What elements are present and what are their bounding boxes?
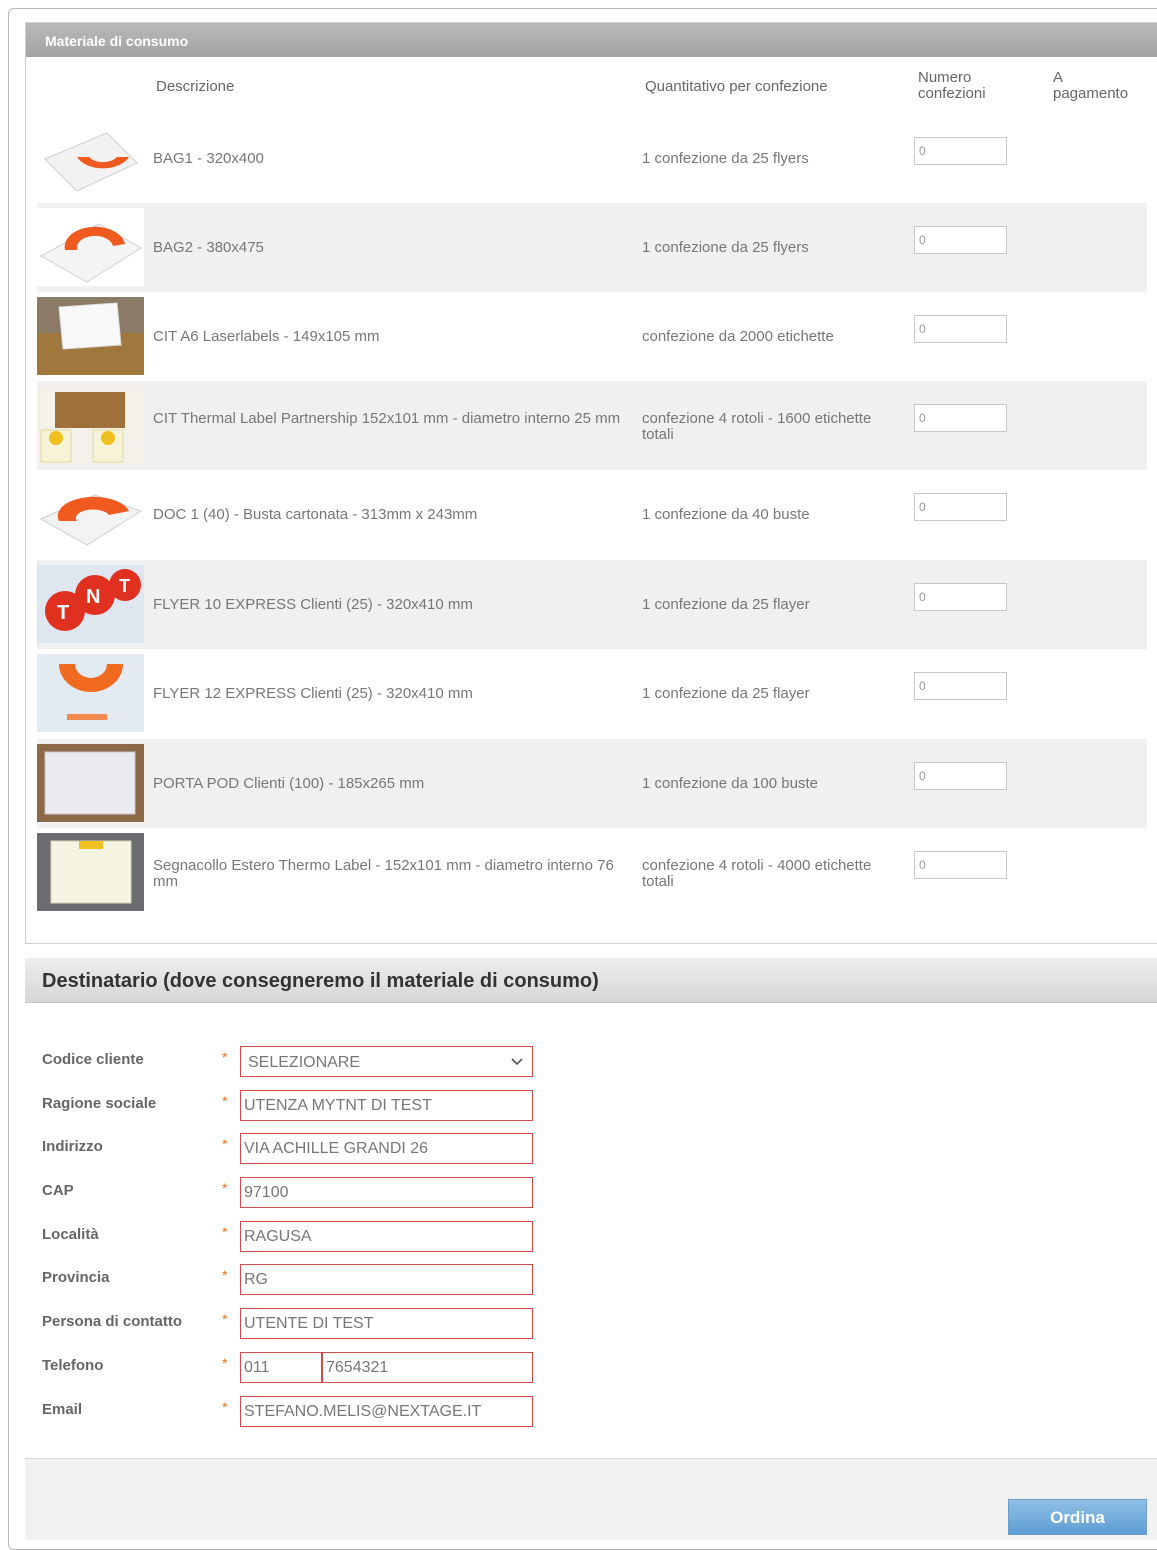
item-count-input[interactable] xyxy=(914,226,1007,254)
required-marker: * xyxy=(222,1093,228,1109)
codice-cliente-select[interactable]: SELEZIONARE xyxy=(240,1046,533,1077)
item-description: FLYER 10 EXPRESS Clienti (25) - 320x410 … xyxy=(153,596,473,613)
pod-pouch-icon xyxy=(37,744,144,822)
label-codice-cliente: Codice cliente xyxy=(42,1051,144,1068)
required-marker: * xyxy=(222,1355,228,1371)
label-provincia: Provincia xyxy=(42,1269,110,1286)
item-description: PORTA POD Clienti (100) - 185x265 mm xyxy=(153,775,425,792)
recipient-header: Destinatario (dove consegneremo il mater… xyxy=(25,958,1157,1003)
consumables-title: Materiale di consumo xyxy=(45,33,189,49)
item-quantity: 1 confezione da 25 flyers xyxy=(642,150,809,167)
table-row: DOC 1 (40) - Busta cartonata - 313mm x 2… xyxy=(37,470,1147,559)
label-localita: Località xyxy=(42,1226,99,1243)
label-cap: CAP xyxy=(42,1182,74,1199)
item-count-input[interactable] xyxy=(914,493,1007,521)
item-quantity: 1 confezione da 25 flyers xyxy=(642,239,809,256)
provincia-input[interactable] xyxy=(240,1264,533,1295)
label-roll-icon xyxy=(37,833,144,911)
required-marker: * xyxy=(222,1399,228,1415)
item-quantity: 1 confezione da 100 buste xyxy=(642,775,818,792)
required-marker: * xyxy=(222,1136,228,1152)
recipient-title: Destinatario (dove consegneremo il mater… xyxy=(42,970,599,992)
item-count-input[interactable] xyxy=(914,851,1007,879)
item-quantity: 1 confezione da 25 flayer xyxy=(642,596,810,613)
label-box-icon xyxy=(37,297,144,375)
table-row: PORTA POD Clienti (100) - 185x265 mm 1 c… xyxy=(37,739,1147,828)
item-count-input[interactable] xyxy=(914,762,1007,790)
contatto-input[interactable] xyxy=(240,1308,533,1339)
item-count-input[interactable] xyxy=(914,404,1007,432)
telefono-prefix-input[interactable] xyxy=(240,1352,322,1383)
label-rolls-icon xyxy=(37,386,144,464)
recipient-panel: Destinatario (dove consegneremo il mater… xyxy=(25,958,1157,1478)
item-quantity: 1 confezione da 40 buste xyxy=(642,506,810,523)
svg-text:T: T xyxy=(57,602,69,624)
svg-text:T: T xyxy=(119,576,130,596)
indirizzo-input[interactable] xyxy=(240,1133,533,1164)
localita-input[interactable] xyxy=(240,1221,533,1252)
codice-cliente-value: SELEZIONARE xyxy=(248,1054,361,1071)
telefono-number-input[interactable] xyxy=(322,1352,533,1383)
item-description: BAG1 - 320x400 xyxy=(153,150,264,167)
required-marker: * xyxy=(222,1267,228,1283)
item-description: BAG2 - 380x475 xyxy=(153,239,264,256)
item-count-input[interactable] xyxy=(914,672,1007,700)
consumables-header: Materiale di consumo xyxy=(26,23,1157,57)
item-quantity: confezione 4 rotoli - 1600 etichette tot… xyxy=(642,410,872,443)
required-marker: * xyxy=(222,1049,228,1065)
chevron-down-icon xyxy=(510,1053,524,1074)
label-ragione-sociale: Ragione sociale xyxy=(42,1095,157,1112)
svg-text:N: N xyxy=(86,586,100,608)
required-marker: * xyxy=(222,1224,228,1240)
required-marker: * xyxy=(222,1311,228,1327)
item-quantity: confezione 4 rotoli - 4000 etichette tot… xyxy=(642,857,872,890)
label-persona-contatto: Persona di contatto xyxy=(42,1313,183,1330)
ragione-sociale-input[interactable] xyxy=(240,1090,533,1121)
table-row: FLYER 12 EXPRESS Clienti (25) - 320x410 … xyxy=(37,649,1147,738)
col-header-num-packs: Numero confezioni xyxy=(918,69,986,102)
order-button[interactable]: Ordina xyxy=(1008,1499,1147,1535)
item-quantity: 1 confezione da 25 flayer xyxy=(642,685,810,702)
item-count-input[interactable] xyxy=(914,137,1007,165)
table-row: T N T FLYER 10 EXPRESS Clienti (25) - 32… xyxy=(37,560,1147,649)
item-count-input[interactable] xyxy=(914,315,1007,343)
item-quantity: confezione da 2000 etichette xyxy=(642,328,834,345)
item-count-input[interactable] xyxy=(914,583,1007,611)
item-description: DOC 1 (40) - Busta cartonata - 313mm x 2… xyxy=(153,506,478,523)
col-header-quantity: Quantitativo per confezione xyxy=(645,78,828,95)
label-indirizzo: Indirizzo xyxy=(42,1138,103,1155)
cap-input[interactable] xyxy=(240,1177,533,1208)
table-row: Segnacollo Estero Thermo Label - 152x101… xyxy=(37,828,1147,917)
email-input[interactable] xyxy=(240,1396,533,1427)
table-row: CIT A6 Laserlabels - 149x105 mm confezio… xyxy=(37,292,1147,381)
envelope-icon xyxy=(37,475,144,553)
express-flyer-icon xyxy=(37,654,144,732)
label-email: Email xyxy=(42,1401,83,1418)
tnt-flyer-icon: T N T xyxy=(37,565,144,643)
required-marker: * xyxy=(222,1180,228,1196)
item-description: CIT A6 Laserlabels - 149x105 mm xyxy=(153,328,380,345)
item-description: CIT Thermal Label Partnership 152x101 mm… xyxy=(153,410,621,427)
label-telefono: Telefono xyxy=(42,1357,104,1374)
item-description: Segnacollo Estero Thermo Label - 152x101… xyxy=(153,857,614,890)
table-row: BAG2 - 380x475 1 confezione da 25 flyers xyxy=(37,203,1147,292)
item-description: FLYER 12 EXPRESS Clienti (25) - 320x410 … xyxy=(153,685,473,702)
table-row: BAG1 - 320x400 1 confezione da 25 flyers xyxy=(37,114,1147,203)
form-footer xyxy=(25,1458,1157,1540)
col-header-description: Descrizione xyxy=(156,78,235,95)
col-header-paid: A pagamento xyxy=(1053,69,1129,102)
orange-bag-icon xyxy=(37,208,144,286)
orange-bag-icon xyxy=(37,119,144,197)
table-row: CIT Thermal Label Partnership 152x101 mm… xyxy=(37,381,1147,470)
